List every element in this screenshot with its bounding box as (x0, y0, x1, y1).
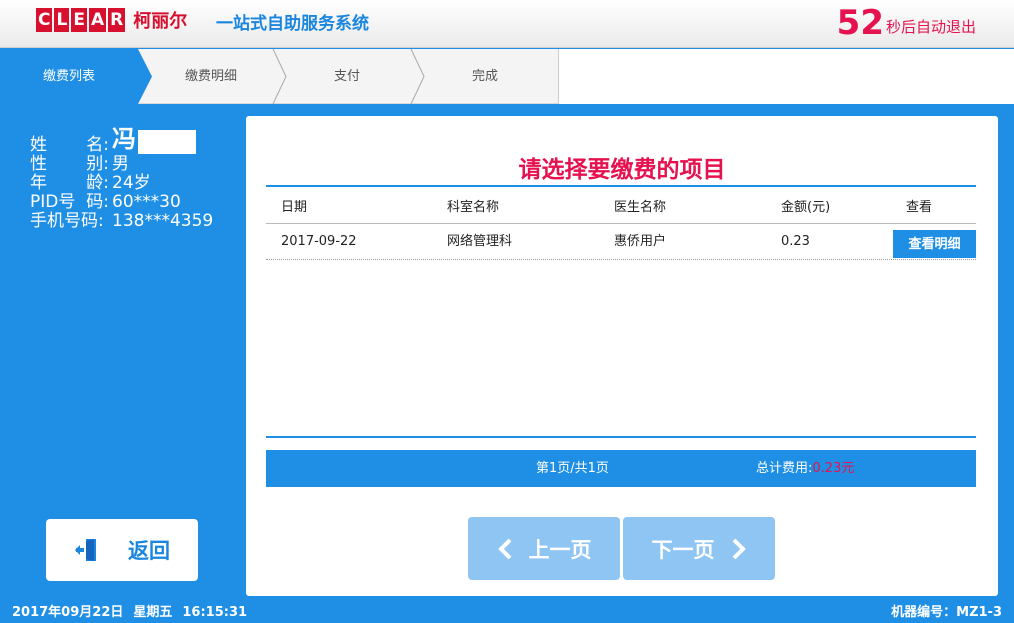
phone-label: 手机号码: (30, 212, 112, 231)
chevron-right-icon (732, 538, 746, 559)
cell-amount: 0.23 (781, 234, 810, 249)
patient-name-row: 姓 名: 冯 (30, 127, 213, 155)
footer-time: 16:15:31 (182, 605, 248, 620)
pid-label: PID号 码: (30, 193, 112, 212)
gender-label: 性 别: (30, 155, 112, 174)
label-separator: : (103, 135, 109, 155)
countdown-label: 秒后自动退出 (885, 18, 976, 36)
step-complete: 完成 (471, 69, 498, 84)
label-char: 性 (30, 154, 47, 174)
logo-letter: E (71, 8, 87, 32)
step-payment: 支付 (333, 69, 360, 84)
patient-info: 姓 名: 冯 性 别: 男 年 龄: 24岁 PID号 码: 60***30 手… (30, 127, 213, 231)
label-separator: : (103, 173, 109, 193)
patient-gender: 男 (112, 154, 129, 174)
footer-weekday: 星期五 (133, 605, 173, 620)
label-text: 手机号码 (30, 211, 98, 231)
header-bar: C L E A R 柯丽尔 一站式自助服务系统 52 秒后自动退出 (0, 0, 1014, 48)
label-char: 年 (30, 173, 47, 193)
label-separator: : (103, 154, 109, 174)
cell-department: 网络管理科 (447, 234, 513, 249)
patient-age-row: 年 龄: 24岁 (30, 174, 213, 193)
patient-gender-row: 性 别: 男 (30, 155, 213, 174)
logo-letter: R (108, 8, 126, 32)
column-header-department: 科室名称 (447, 200, 500, 215)
auto-exit-countdown: 52 秒后自动退出 (837, 2, 976, 42)
patient-phone-row: 手机号码: 138***4359 (30, 212, 213, 231)
label-tail: 名: (86, 136, 109, 155)
label-char: PID号 (30, 192, 76, 212)
table-row[interactable]: 2017-09-22 网络管理科 惠侨用户 0.23 查看明细 (266, 226, 976, 260)
label-tail: 手机号码: (30, 212, 104, 231)
cell-date: 2017-09-22 (281, 234, 357, 249)
name-redaction (138, 130, 196, 154)
label-tail: 龄: (86, 174, 109, 193)
logo-chinese-name: 柯丽尔 (133, 11, 188, 32)
table-divider (266, 436, 976, 438)
label-tail: 别: (86, 155, 109, 174)
page-title: 请选择要缴费的项目 (518, 157, 726, 183)
label-char: 姓 (30, 135, 47, 155)
age-label: 年 龄: (30, 174, 112, 193)
patient-pid-row: PID号 码: 60***30 (30, 193, 213, 212)
logo-letter: A (88, 8, 107, 32)
label-char: 名 (86, 135, 104, 155)
name-label: 姓 名: (30, 136, 112, 155)
column-header-amount: 金额(元) (781, 200, 831, 215)
countdown-seconds: 52 (836, 3, 884, 43)
logo: C L E A R 柯丽尔 (36, 7, 187, 33)
system-title: 一站式自助服务系统 (216, 14, 369, 34)
page-info: 第1页/共1页 (536, 461, 609, 476)
total-fee: 总计费用:0.23元 (756, 450, 854, 487)
back-button-label: 返回 (128, 539, 170, 563)
prev-page-label: 上一页 (528, 538, 592, 562)
patient-name-text: 冯 (112, 125, 136, 153)
fee-list-panel: 请选择要缴费的项目 日期 科室名称 医生名称 金额(元) 查看 2017-09-… (246, 116, 998, 596)
table-header: 日期 科室名称 医生名称 金额(元) 查看 (266, 192, 976, 224)
table-divider (266, 185, 976, 187)
back-button[interactable]: 返回 (46, 519, 198, 581)
footer-date: 2017年09月22日 (12, 605, 124, 620)
next-page-label: 下一页 (651, 538, 715, 562)
logo-mark: C L E A R (36, 8, 126, 32)
cell-doctor: 惠侨用户 (614, 234, 667, 249)
label-char: 别 (86, 154, 104, 174)
label-tail: 码: (86, 193, 109, 212)
progress-steps: 缴费列表 缴费明细 支付 完成 (0, 49, 1014, 104)
total-fee-label: 总计费用: (756, 461, 813, 476)
column-header-date: 日期 (281, 200, 308, 215)
total-fee-amount: 0.23元 (812, 461, 855, 476)
step-fee-detail: 缴费明细 (184, 69, 237, 84)
chevron-left-icon (497, 538, 511, 559)
label-separator: : (98, 211, 104, 231)
prev-page-button[interactable]: 上一页 (468, 517, 620, 580)
patient-name: 冯 (112, 127, 196, 155)
view-detail-button[interactable]: 查看明细 (893, 230, 976, 258)
patient-pid: 60***30 (112, 192, 181, 212)
label-char: 龄 (86, 173, 104, 193)
column-header-doctor: 医生名称 (614, 200, 667, 215)
logo-letter: L (54, 8, 70, 32)
steps-filler (558, 49, 1014, 104)
label-char: 码 (86, 192, 104, 212)
exit-door-icon (75, 539, 96, 561)
patient-age: 24岁 (112, 173, 151, 193)
machine-id: 机器编号：MZ1-3 (891, 605, 1002, 620)
patient-phone: 138***4359 (112, 211, 214, 231)
footer-datetime: 2017年09月22日 星期五 16:15:31 (12, 601, 257, 620)
step-fee-list: 缴费列表 (0, 49, 138, 104)
column-header-view: 查看 (906, 200, 933, 215)
logo-letter: C (36, 8, 53, 32)
label-separator: : (103, 192, 109, 212)
next-page-button[interactable]: 下一页 (623, 517, 775, 580)
summary-bar: 第1页/共1页 总计费用:0.23元 (266, 450, 976, 487)
